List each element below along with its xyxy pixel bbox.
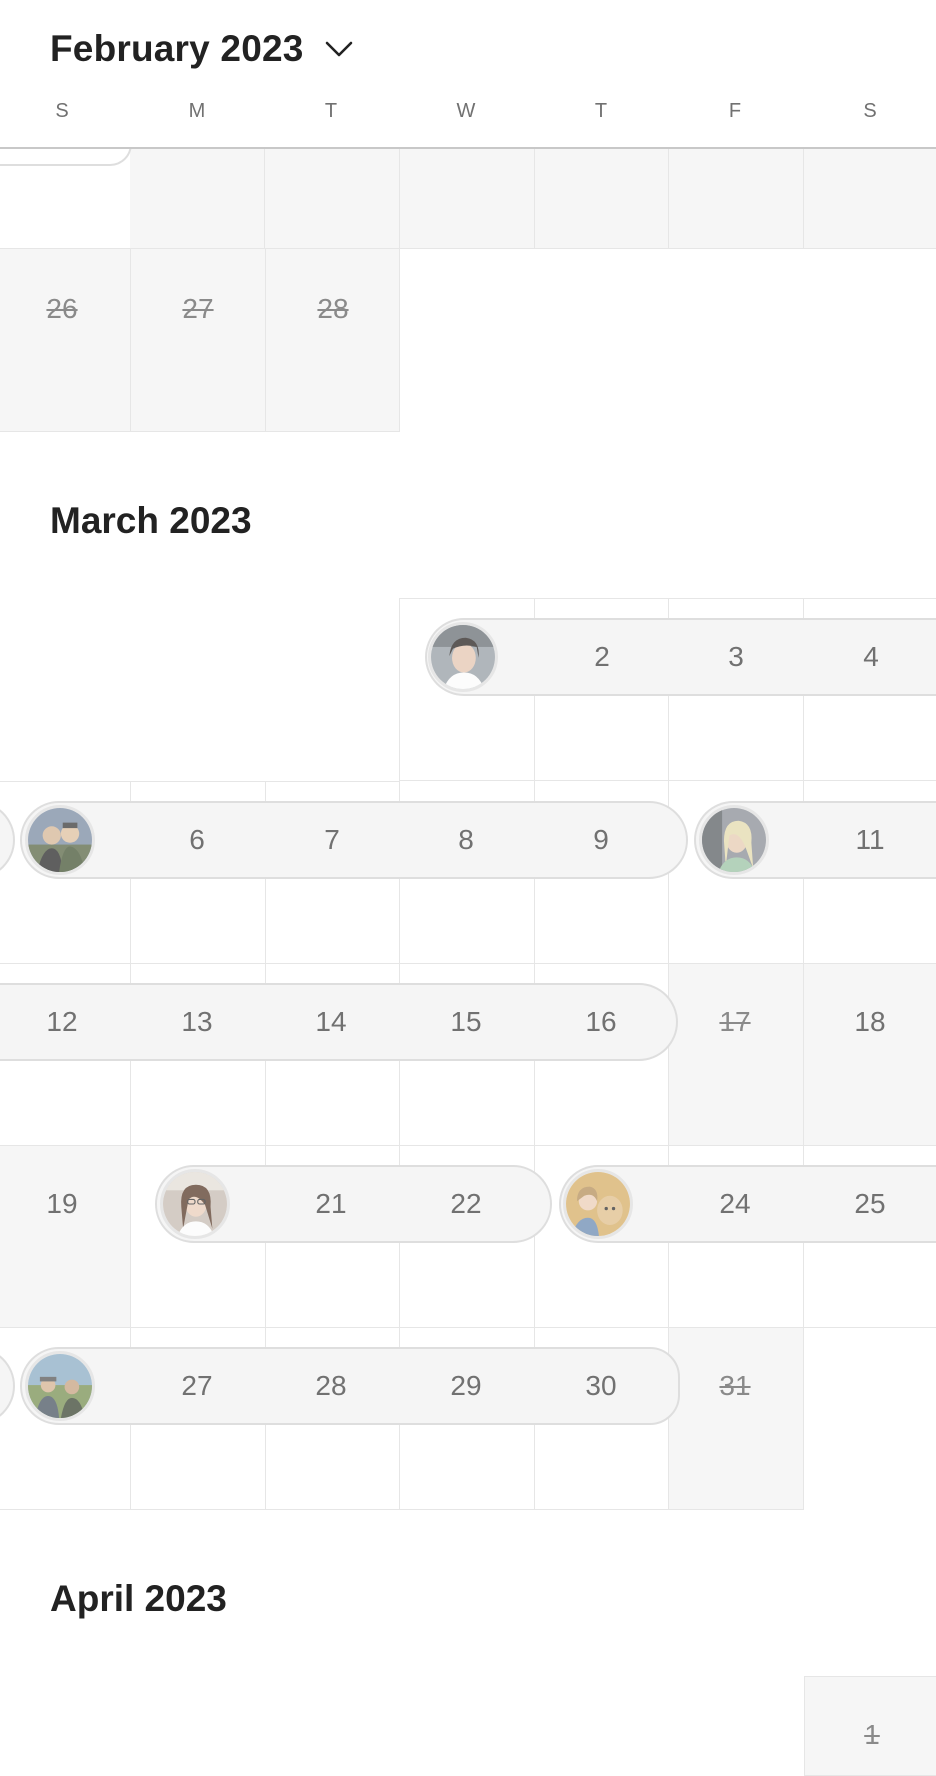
calendar-cell — [130, 149, 265, 249]
day-number: 11 — [855, 824, 885, 855]
month-picker[interactable]: February 2023 — [50, 28, 354, 70]
day-number: 26 — [46, 293, 78, 324]
avatar[interactable] — [25, 1351, 95, 1421]
header-divider — [0, 147, 936, 149]
day-number: 28 — [317, 293, 349, 324]
month-title-march: March 2023 — [50, 500, 252, 541]
day-number: 16 — [585, 1006, 617, 1037]
day-number: 4 — [863, 641, 879, 672]
calendar-cell — [265, 149, 400, 249]
avatar[interactable] — [428, 622, 498, 692]
calendar-cell — [535, 149, 669, 249]
calendar-header: February 2023 S M T W T F S — [0, 0, 936, 149]
calendar-cell-feb-27: 27 — [131, 249, 266, 432]
day-number: 28 — [315, 1370, 347, 1401]
month-title-april: April 2023 — [50, 1578, 227, 1619]
calendar-cell — [669, 149, 804, 249]
day-number: 12 — [46, 1006, 78, 1037]
day-number: 7 — [324, 824, 340, 855]
day-number: 9 — [593, 824, 609, 855]
day-number: 2 — [594, 641, 610, 672]
weekday-wednesday: W — [456, 100, 476, 122]
day-number: 25 — [854, 1188, 886, 1219]
weekday-friday: F — [728, 100, 742, 122]
weekday-monday: M — [188, 100, 206, 122]
weekday-thursday: T — [594, 100, 608, 122]
day-number: 18 — [854, 1006, 886, 1037]
avatar[interactable] — [160, 1169, 230, 1239]
avatar[interactable] — [563, 1169, 633, 1239]
calendar-cell-feb-26: 26 — [0, 249, 131, 432]
day-number: 6 — [189, 824, 205, 855]
calendar-cell — [669, 1328, 804, 1510]
calendar-cell-feb-28: 28 — [266, 249, 400, 432]
day-number: 21 — [315, 1188, 347, 1219]
chevron-down-icon — [325, 41, 352, 57]
calendar-cell — [0, 1146, 131, 1328]
calendar-cell — [804, 964, 936, 1146]
day-number: 22 — [450, 1188, 482, 1219]
day-number: 19 — [46, 1188, 78, 1219]
calendar-cell — [804, 149, 936, 249]
day-number: 29 — [450, 1370, 482, 1401]
day-number: 15 — [450, 1006, 482, 1037]
calendar-cell — [400, 149, 535, 249]
month-picker-label: February 2023 — [50, 28, 304, 69]
avatar[interactable] — [25, 805, 95, 875]
day-number: 30 — [585, 1370, 617, 1401]
day-number: 8 — [458, 824, 474, 855]
day-number: 27 — [182, 293, 214, 324]
weekday-saturday: S — [863, 100, 877, 122]
calendar-cell-apr-1: 1 — [804, 1676, 936, 1776]
avatar[interactable] — [699, 805, 769, 875]
weekday-tuesday: T — [324, 100, 338, 122]
calendar-cell — [669, 964, 804, 1146]
day-number: 27 — [181, 1370, 213, 1401]
day-number: 3 — [728, 641, 744, 672]
day-number: 17 — [719, 1006, 751, 1037]
weekday-sunday: S — [55, 100, 69, 122]
day-number: 14 — [315, 1006, 347, 1037]
weekday-row: S M T W T F S — [0, 100, 936, 132]
day-number: 1 — [864, 1719, 880, 1750]
day-number: 24 — [719, 1188, 751, 1219]
day-number: 31 — [719, 1370, 751, 1401]
day-number: 13 — [181, 1006, 213, 1037]
